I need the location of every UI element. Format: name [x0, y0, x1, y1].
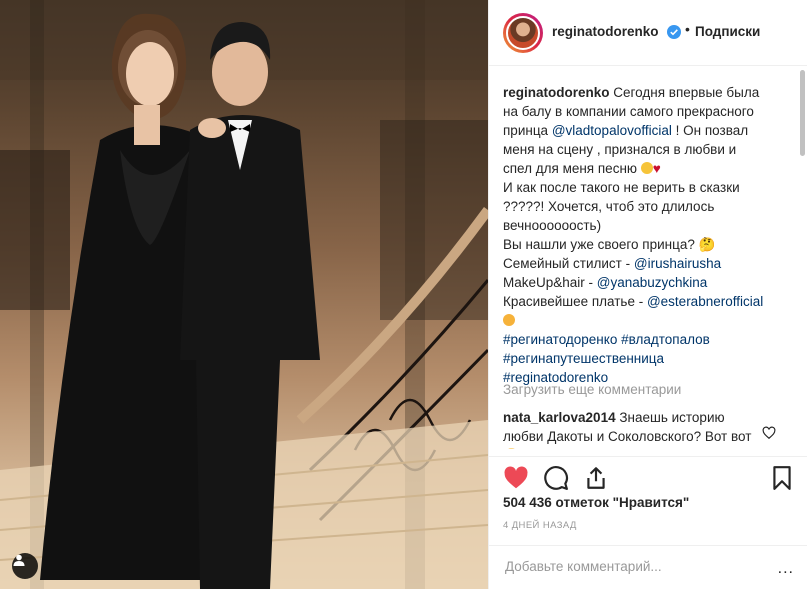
comment-item: nata_karlova2014 Знаешь историю любви Да…	[503, 408, 753, 449]
photo-illustration	[0, 0, 488, 589]
caption-text: ! Он позвал	[675, 123, 749, 138]
post-details-panel: reginatodorenko • Подписки reginatodoren…	[488, 0, 807, 589]
header-separator: •	[685, 21, 690, 37]
add-comment-section: ...	[489, 545, 807, 589]
bookmark-icon[interactable]	[769, 465, 795, 491]
caption-text: Красивейшее платье -	[503, 294, 647, 309]
hashtag-link[interactable]: #регинатодоренко	[503, 332, 617, 347]
post-caption: reginatodorenko Сегодня впервые была на …	[503, 83, 765, 387]
share-icon[interactable]	[583, 465, 609, 491]
caption-text: меня на сцену , признался в любви и	[503, 142, 737, 157]
caption-text: на балу в компании самого прекрасного	[503, 104, 754, 119]
caption-username[interactable]: reginatodorenko	[503, 85, 610, 100]
post-photo[interactable]	[0, 0, 488, 589]
post-timestamp[interactable]: 4 ДНЕЙ НАЗАД	[503, 520, 577, 531]
mention-link[interactable]: @irushairusha	[634, 256, 721, 271]
post-actions-bar	[489, 456, 807, 495]
avatar[interactable]	[503, 13, 543, 53]
hashtag-link[interactable]: #регинапутешественница	[503, 351, 664, 366]
caption-text: ?????! Хочется, чтоб это длилось	[503, 199, 715, 214]
more-options-icon[interactable]: ...	[778, 560, 794, 578]
surprised-emoji-icon	[503, 314, 515, 326]
caption-text: И как после такого не верить в сказки	[503, 180, 740, 195]
verified-badge-icon	[667, 25, 681, 39]
comment-bubble-icon[interactable]	[543, 465, 569, 491]
mention-link[interactable]: @esterabnerofficial	[647, 294, 763, 309]
smile-emoji-icon	[640, 162, 653, 174]
post-header: reginatodorenko • Подписки	[489, 0, 807, 66]
hashtag-link[interactable]: #владтопалов	[621, 332, 710, 347]
caption-text: спел для меня песню	[503, 161, 638, 176]
comment-like-heart-icon[interactable]	[762, 426, 776, 440]
heart-filled-icon[interactable]	[503, 465, 529, 491]
caption-text: Вы нашли уже своего принца? 🤔	[503, 237, 716, 252]
mention-link[interactable]: @vladtopalovofficial	[552, 123, 672, 138]
header-username[interactable]: reginatodorenko	[552, 24, 659, 39]
caption-scrollbar[interactable]	[800, 70, 805, 156]
caption-text: принца	[503, 123, 549, 138]
caption-text: вечноооооость)	[503, 218, 602, 233]
heart-emoji-icon: ♥	[652, 161, 661, 176]
instagram-post-view: reginatodorenko • Подписки reginatodoren…	[0, 0, 807, 589]
comment-username[interactable]: nata_karlova2014	[503, 410, 616, 425]
caption-text: Семейный стилист -	[503, 256, 634, 271]
caption-text: Сегодня впервые была	[613, 85, 760, 100]
follow-button[interactable]: Подписки	[695, 24, 760, 39]
likes-count[interactable]: 504 436 отметок "Нравится"	[503, 495, 689, 510]
load-more-comments-button[interactable]: Загрузить еще комментарии	[503, 382, 681, 397]
user-tag-icon[interactable]	[12, 553, 38, 579]
mention-link[interactable]: @yanabuzychkina	[597, 275, 708, 290]
comment-input[interactable]	[503, 558, 757, 575]
caption-text: MakeUp&hair -	[503, 275, 597, 290]
